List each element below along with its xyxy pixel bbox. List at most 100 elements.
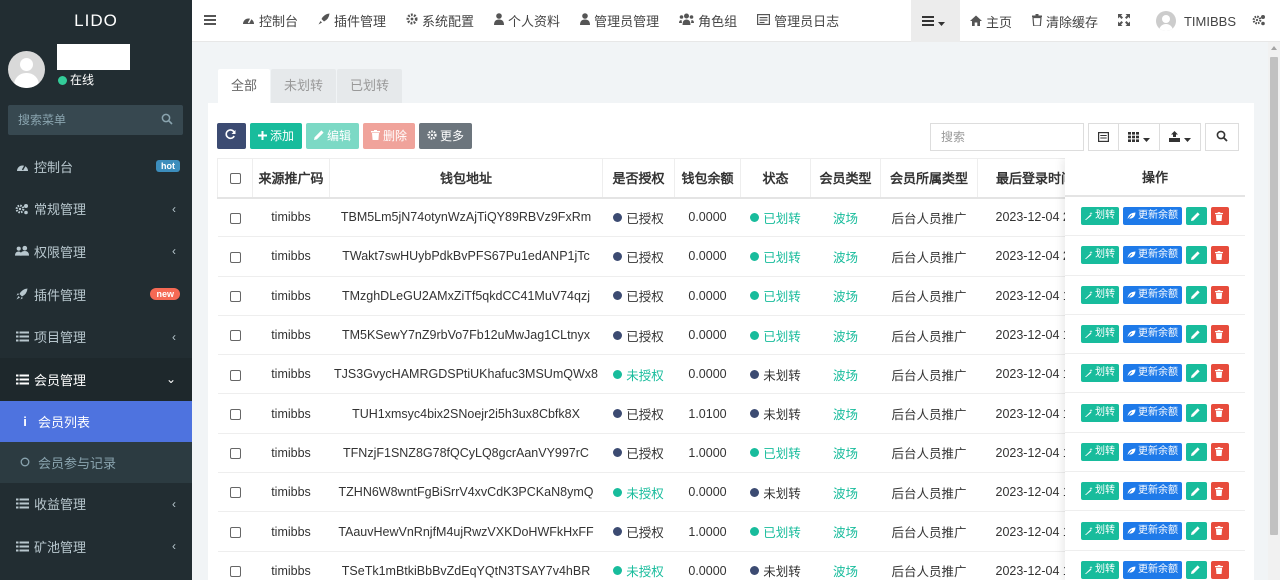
transfer-button[interactable]: 划转 <box>1081 246 1119 265</box>
delete-row-button[interactable] <box>1211 521 1229 540</box>
sidebar-item-projects[interactable]: 项目管理 ‹ <box>0 315 192 358</box>
topnav-role-group[interactable]: 角色组 <box>669 0 747 42</box>
cell-member-type[interactable]: 波场 <box>810 511 881 552</box>
sidebar-item-pool[interactable]: 矿池管理 ‹ <box>0 525 192 568</box>
row-checkbox[interactable] <box>217 551 253 580</box>
sidebar-item-general[interactable]: 常规管理 ‹ <box>0 188 192 231</box>
update-balance-button[interactable]: 更新余额 <box>1123 482 1182 501</box>
row-checkbox[interactable] <box>217 472 253 513</box>
tab-untransferred[interactable]: 未划转 <box>271 69 337 103</box>
edit-row-button[interactable] <box>1186 207 1207 226</box>
member-type-label[interactable]: 波场 <box>833 447 858 461</box>
app-logo[interactable]: LIDO <box>0 0 192 42</box>
cell-member-type[interactable]: 波场 <box>810 472 881 513</box>
topnav-admin-manage[interactable]: 管理员管理 <box>570 0 669 42</box>
row-checkbox[interactable] <box>217 315 253 356</box>
col-header-auth[interactable]: 是否授权 <box>602 158 675 199</box>
col-header-code[interactable]: 来源推广码 <box>252 158 330 199</box>
update-balance-button[interactable]: 更新余额 <box>1123 325 1182 344</box>
edit-row-button[interactable] <box>1186 403 1207 422</box>
topnav-system-config[interactable]: 系统配置 <box>396 0 484 42</box>
delete-row-button[interactable] <box>1211 482 1229 501</box>
member-type-label[interactable]: 波场 <box>833 565 858 579</box>
col-header-member-type[interactable]: 会员类型 <box>810 158 881 199</box>
table-search-input[interactable] <box>930 123 1084 151</box>
delete-row-button[interactable] <box>1211 442 1229 461</box>
update-balance-button[interactable]: 更新余额 <box>1123 285 1182 304</box>
cell-member-type[interactable]: 波场 <box>810 433 881 474</box>
member-type-label[interactable]: 波场 <box>833 526 858 540</box>
topnav-dashboard[interactable]: 控制台 <box>232 0 308 42</box>
transfer-button[interactable]: 划转 <box>1081 442 1119 461</box>
delete-row-button[interactable] <box>1211 325 1229 344</box>
row-checkbox[interactable] <box>217 236 253 277</box>
update-balance-button[interactable]: 更新余额 <box>1123 442 1182 461</box>
sidebar-item-permission[interactable]: 权限管理 ‹ <box>0 230 192 273</box>
edit-row-button[interactable] <box>1186 442 1207 461</box>
member-type-label[interactable]: 波场 <box>833 212 858 226</box>
topnav-profile[interactable]: 个人资料 <box>484 0 570 42</box>
topnav-plugins[interactable]: 插件管理 <box>308 0 396 42</box>
cell-member-type[interactable]: 波场 <box>810 354 881 395</box>
member-type-label[interactable]: 波场 <box>833 369 858 383</box>
edit-row-button[interactable] <box>1186 285 1207 304</box>
row-checkbox[interactable] <box>217 511 253 552</box>
search-button[interactable] <box>1205 123 1239 151</box>
topnav-home[interactable]: 主页 <box>960 0 1022 42</box>
edit-row-button[interactable] <box>1186 246 1207 265</box>
delete-row-button[interactable] <box>1211 560 1229 579</box>
page-scrollbar[interactable] <box>1268 42 1280 580</box>
settings-button[interactable] <box>1248 0 1280 42</box>
sidebar-item-members[interactable]: 会员管理 ⌄ <box>0 357 192 401</box>
add-button[interactable]: 添加 <box>250 123 303 149</box>
transfer-button[interactable]: 划转 <box>1081 285 1119 304</box>
delete-button[interactable]: 删除 <box>363 123 416 149</box>
col-header-belong-type[interactable]: 会员所属类型 <box>880 158 978 199</box>
cell-member-type[interactable]: 波场 <box>810 197 881 238</box>
cell-member-type[interactable]: 波场 <box>810 276 881 316</box>
transfer-button[interactable]: 划转 <box>1081 364 1119 383</box>
update-balance-button[interactable]: 更新余额 <box>1123 246 1182 265</box>
transfer-button[interactable]: 划转 <box>1081 207 1119 226</box>
delete-row-button[interactable] <box>1211 403 1229 422</box>
edit-button[interactable]: 编辑 <box>306 123 360 149</box>
delete-row-button[interactable] <box>1211 246 1229 265</box>
scrollbar-thumb[interactable] <box>1270 57 1278 535</box>
export-button[interactable] <box>1160 123 1201 151</box>
member-type-label[interactable]: 波场 <box>833 330 858 344</box>
delete-row-button[interactable] <box>1211 285 1229 304</box>
delete-row-button[interactable] <box>1211 364 1229 383</box>
sidebar-search-input[interactable] <box>8 105 148 135</box>
edit-row-button[interactable] <box>1186 521 1207 540</box>
col-header-balance[interactable]: 钱包余额 <box>674 158 741 199</box>
delete-row-button[interactable] <box>1211 207 1229 226</box>
transfer-button[interactable]: 划转 <box>1081 403 1119 422</box>
sidebar-item-member-list[interactable]: i 会员列表 <box>0 400 192 442</box>
select-all-checkbox[interactable] <box>217 158 253 199</box>
refresh-button[interactable] <box>217 123 246 149</box>
update-balance-button[interactable]: 更新余额 <box>1123 403 1182 422</box>
row-checkbox[interactable] <box>217 354 253 395</box>
member-type-label[interactable]: 波场 <box>833 487 858 501</box>
edit-row-button[interactable] <box>1186 325 1207 344</box>
fullscreen-button[interactable] <box>1108 0 1144 42</box>
edit-row-button[interactable] <box>1186 560 1207 579</box>
cell-member-type[interactable]: 波场 <box>810 393 881 434</box>
cell-member-type[interactable]: 波场 <box>810 551 881 580</box>
scroll-up-icon[interactable] <box>1271 46 1277 50</box>
topnav-clear-cache[interactable]: 清除缓存 <box>1022 0 1108 42</box>
tab-all[interactable]: 全部 <box>218 69 271 103</box>
transfer-button[interactable]: 划转 <box>1081 560 1119 579</box>
more-button[interactable]: 更多 <box>419 123 473 149</box>
sidebar-toggle-button[interactable] <box>192 0 232 42</box>
transfer-button[interactable]: 划转 <box>1081 521 1119 540</box>
update-balance-button[interactable]: 更新余额 <box>1123 207 1182 226</box>
col-header-status[interactable]: 状态 <box>740 158 811 199</box>
sidebar-item-income[interactable]: 收益管理 ‹ <box>0 483 192 526</box>
row-checkbox[interactable] <box>217 276 253 316</box>
row-checkbox[interactable] <box>217 433 253 474</box>
update-balance-button[interactable]: 更新余额 <box>1123 364 1182 383</box>
user-menu[interactable]: TIMIBBS <box>1144 0 1248 42</box>
sidebar-item-plugins[interactable]: 插件管理 new <box>0 273 192 316</box>
tab-transferred[interactable]: 已划转 <box>337 69 403 103</box>
